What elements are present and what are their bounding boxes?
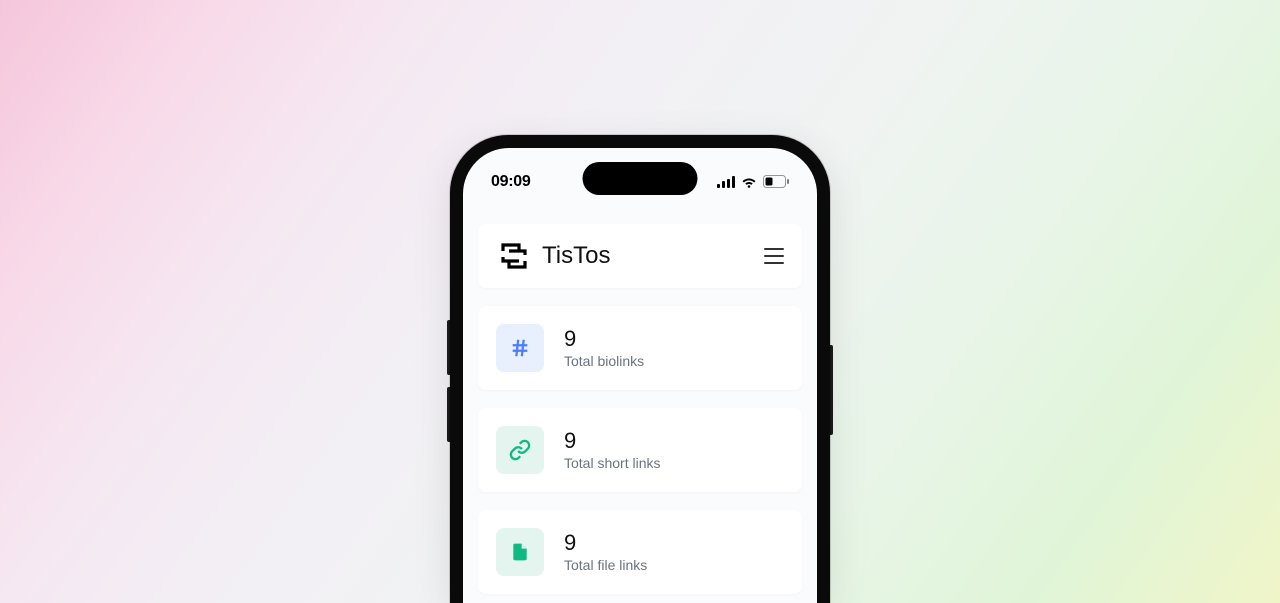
card-label: Total file links <box>564 557 647 573</box>
dynamic-island <box>583 162 698 195</box>
card-label: Total biolinks <box>564 353 644 369</box>
hamburger-line <box>764 248 784 250</box>
card-label: Total short links <box>564 455 660 471</box>
stat-card-biolinks[interactable]: 9 Total biolinks <box>478 306 802 390</box>
hash-icon <box>509 337 531 359</box>
card-text: 9 Total short links <box>564 429 660 471</box>
phone-frame: 09:09 <box>450 135 830 603</box>
menu-button[interactable] <box>764 248 784 264</box>
stat-card-filelinks[interactable]: 9 Total file links <box>478 510 802 594</box>
content-area: TisTos <box>463 198 817 594</box>
card-value: 9 <box>564 327 644 351</box>
card-icon-box <box>496 528 544 576</box>
stats-cards: 9 Total biolinks 9 <box>478 306 802 594</box>
cellular-signal-icon <box>717 176 735 188</box>
status-icons <box>717 175 789 188</box>
phone-screen: 09:09 <box>463 148 817 603</box>
card-text: 9 Total biolinks <box>564 327 644 369</box>
card-value: 9 <box>564 429 660 453</box>
card-value: 9 <box>564 531 647 555</box>
hamburger-line <box>764 262 784 264</box>
app-header: TisTos <box>478 224 802 288</box>
phone-mockup: 09:09 <box>450 135 830 603</box>
card-icon-box <box>496 324 544 372</box>
card-text: 9 Total file links <box>564 531 647 573</box>
brand-logo[interactable]: TisTos <box>496 238 610 274</box>
brand-name: TisTos <box>542 242 610 270</box>
phone-side-button <box>830 345 833 435</box>
link-icon <box>509 439 531 461</box>
wifi-icon <box>741 176 757 188</box>
status-time: 09:09 <box>491 173 530 191</box>
file-icon <box>510 541 530 563</box>
battery-icon <box>763 175 789 188</box>
hamburger-line <box>764 255 784 257</box>
stat-card-shortlinks[interactable]: 9 Total short links <box>478 408 802 492</box>
card-icon-box <box>496 426 544 474</box>
logo-icon <box>496 238 532 274</box>
